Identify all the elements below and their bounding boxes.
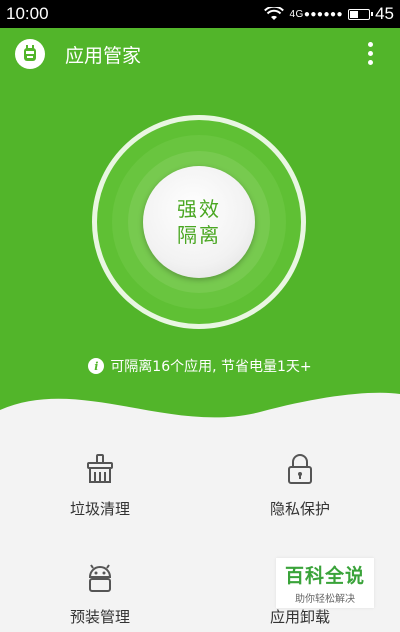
isolation-dial: 强效 隔离 — [92, 115, 306, 329]
lock-icon — [288, 454, 312, 484]
robot-icon[interactable] — [15, 39, 45, 69]
isolate-button-line1: 强效 — [177, 197, 221, 221]
isolation-info: i 可隔离16个应用, 节省电量1天+ — [0, 356, 400, 376]
isolate-button-line2: 隔离 — [177, 223, 221, 247]
status-bar: 10:00 4G●●●●●● 45 — [0, 0, 400, 28]
app-title: 应用管家 — [65, 44, 142, 67]
status-indicators: 4G●●●●●● 45 — [264, 4, 394, 24]
network-signal: 4G●●●●●● — [289, 8, 344, 20]
android-icon — [88, 564, 112, 592]
tool-preinstall[interactable]: 预装管理 — [0, 560, 200, 627]
tool-label: 应用卸载 — [269, 608, 330, 626]
more-vertical-icon[interactable] — [360, 42, 380, 68]
isolation-info-text: 可隔离16个应用, 节省电量1天+ — [110, 359, 312, 375]
broom-icon — [87, 454, 113, 483]
info-icon: i — [88, 358, 105, 374]
tool-junk-clean[interactable]: 垃圾清理 — [0, 452, 200, 519]
tool-label: 垃圾清理 — [69, 500, 130, 518]
watermark-badge: 百科全说 助你轻松解决 — [276, 558, 374, 608]
tool-label: 预装管理 — [69, 608, 130, 626]
status-time: 10:00 — [6, 4, 49, 23]
app-bar: 应用管家 — [0, 28, 400, 80]
wifi-icon — [264, 7, 285, 20]
wave-divider — [0, 392, 400, 440]
isolate-button[interactable]: 强效 隔离 — [143, 166, 255, 278]
watermark-title: 百科全说 — [284, 565, 365, 587]
tool-privacy[interactable]: 隐私保护 — [200, 452, 400, 519]
tool-label: 隐私保护 — [269, 500, 330, 518]
battery-percent: 45 — [375, 4, 394, 23]
watermark-subtitle: 助你轻松解决 — [295, 594, 355, 605]
battery-icon — [348, 8, 374, 20]
